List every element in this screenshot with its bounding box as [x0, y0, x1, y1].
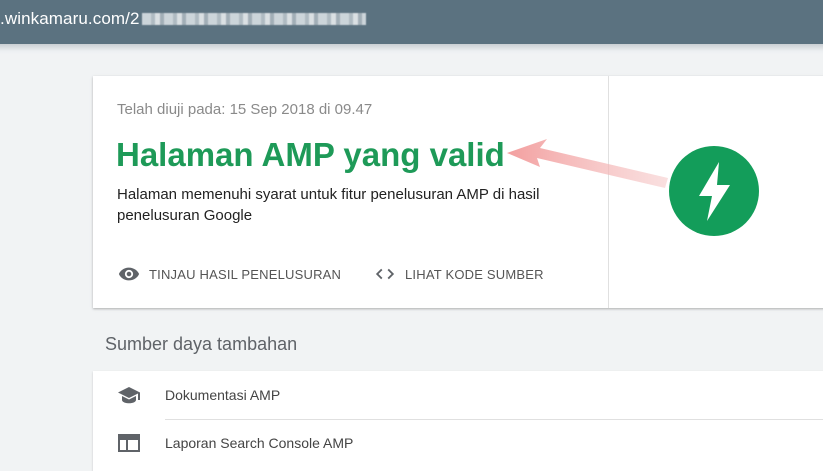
resource-item-amp-report[interactable]: Laporan Search Console AMP — [93, 419, 823, 467]
resource-item-label: Dokumentasi AMP — [165, 387, 281, 403]
result-heading: Halaman AMP yang valid — [116, 136, 505, 173]
view-source-code-button[interactable]: LIHAT KODE SUMBER — [374, 264, 544, 284]
result-description: Halaman memenuhi syarat untuk fitur pene… — [117, 186, 540, 224]
resources-list: Dokumentasi AMP Laporan Search Console A… — [93, 371, 823, 471]
code-icon — [375, 268, 395, 280]
tested-timestamp: Telah diuji pada: 15 Sep 2018 di 09.47 — [117, 101, 373, 118]
school-cap-icon — [118, 387, 140, 404]
url-text: .winkamaru.com/2 — [0, 9, 140, 28]
amp-badge — [669, 146, 759, 236]
resources-title: Sumber daya tambahan — [105, 334, 298, 354]
resource-item-amp-docs[interactable]: Dokumentasi AMP — [93, 371, 823, 419]
eye-icon — [118, 267, 140, 281]
top-bar-shadow — [0, 44, 823, 54]
view-search-result-label: TINJAU HASIL PENELUSURAN — [149, 266, 342, 282]
view-source-code-label: LIHAT KODE SUMBER — [405, 266, 544, 282]
view-search-result-button[interactable]: TINJAU HASIL PENELUSURAN — [118, 264, 341, 284]
url-bar[interactable]: .winkamaru.com/2 — [0, 9, 366, 29]
resource-item-label: Laporan Search Console AMP — [165, 435, 354, 451]
amp-result-card: Telah diuji pada: 15 Sep 2018 di 09.47 H… — [93, 76, 823, 308]
browser-window-icon — [118, 434, 140, 452]
amp-lightning-icon — [699, 162, 730, 221]
card-divider — [608, 76, 609, 308]
url-redacted-segment — [141, 13, 366, 25]
top-bar: .winkamaru.com/2 — [0, 0, 823, 44]
